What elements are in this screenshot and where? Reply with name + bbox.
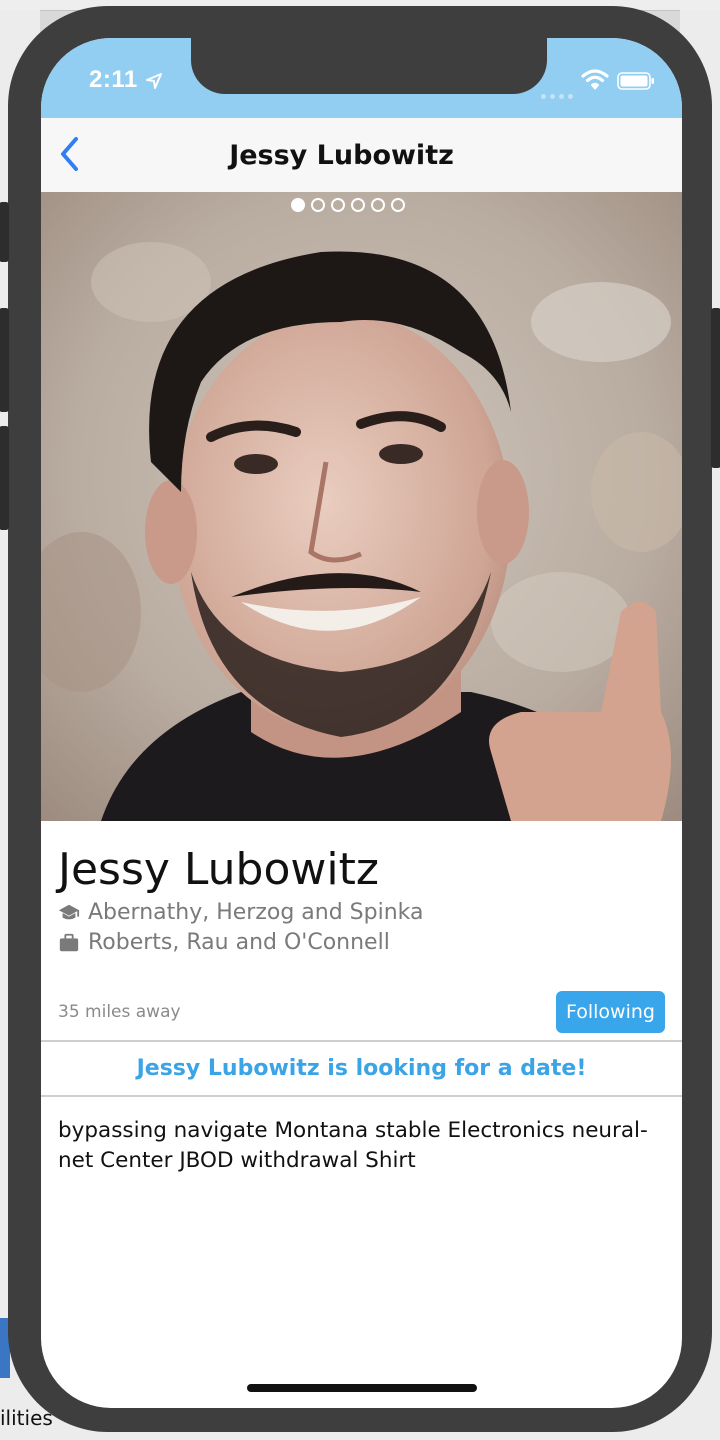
phone-screen: 2:11 Jessy Lubowitz Jessy Lubowitz Abern…: [41, 38, 682, 1408]
distance-text: 35 miles away: [58, 1002, 181, 1022]
phone-volume-up: [0, 308, 9, 412]
profile-name: Jessy Lubowitz: [58, 844, 379, 895]
phone-frame: 2:11 Jessy Lubowitz Jessy Lubowitz Abern…: [0, 6, 720, 1432]
cellular-signal-icon: [541, 84, 577, 103]
phone-power-button: [711, 308, 720, 468]
page-dot[interactable]: [351, 198, 365, 212]
display-notch: [191, 38, 547, 94]
school-row: Abernathy, Herzog and Spinka: [58, 900, 424, 925]
profile-photo: [41, 192, 682, 821]
battery-icon: [617, 72, 654, 90]
profile-bio: bypassing navigate Montana stable Electr…: [58, 1118, 648, 1173]
page-dot[interactable]: [391, 198, 405, 212]
location-arrow-icon: [146, 73, 162, 89]
status-bar: 2:11: [41, 38, 682, 118]
status-time: 2:11: [89, 66, 138, 93]
home-indicator[interactable]: [247, 1384, 477, 1392]
work-row: Roberts, Rau and O'Connell: [58, 930, 390, 955]
profile-photo-carousel[interactable]: [41, 192, 682, 821]
phone-volume-down: [0, 426, 9, 530]
page-dot[interactable]: [291, 198, 305, 212]
page-title: Jessy Lubowitz: [229, 140, 454, 171]
graduation-cap-icon: [58, 904, 80, 919]
page-dot[interactable]: [331, 198, 345, 212]
briefcase-icon: [59, 933, 79, 951]
wifi-icon: [581, 69, 609, 90]
divider: [41, 1095, 682, 1097]
work-text: Roberts, Rau and O'Connell: [88, 930, 390, 955]
looking-for-date-text: Jessy Lubowitz is looking for a date!: [136, 1056, 587, 1081]
following-button[interactable]: Following: [556, 991, 665, 1033]
school-text: Abernathy, Herzog and Spinka: [88, 900, 424, 925]
page-dot[interactable]: [311, 198, 325, 212]
navigation-bar: Jessy Lubowitz: [41, 118, 682, 193]
photo-page-indicator[interactable]: [291, 198, 405, 218]
divider: [41, 1040, 682, 1042]
page-dot[interactable]: [371, 198, 385, 212]
phone-mute-switch: [0, 202, 9, 262]
